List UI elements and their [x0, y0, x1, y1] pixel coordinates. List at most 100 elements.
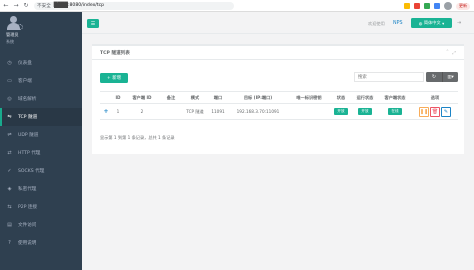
extension-icon[interactable]	[414, 3, 420, 9]
sidebar-menu: ◷ 仪表盘 ▭ 客户端 ◎ 域名解析 ⇋ TCP 隧道 ⇌ UDP 隧道 ⇄ HTTP 代理 ✓ SOCK…	[0, 54, 82, 252]
cell-remark	[160, 103, 182, 120]
menu-toggle-button[interactable]: ☰	[87, 19, 99, 28]
cell-run-status-badge: 开放	[358, 108, 372, 115]
cell-key	[288, 103, 330, 120]
sidebar-item[interactable]: ? 使用说明	[0, 234, 82, 252]
column-header[interactable]: 备注	[160, 91, 182, 104]
sidebar-item-label: 仪表盘	[18, 61, 32, 66]
column-header[interactable]: ID	[112, 91, 124, 104]
sidebar-item[interactable]: ⇄ HTTP 代理	[0, 144, 82, 162]
column-header[interactable]: 端口	[208, 91, 228, 104]
cell-status: 开放	[330, 103, 352, 120]
cell-id: 1	[112, 103, 124, 120]
sidebar-item-label: 域名解析	[18, 97, 37, 102]
brand-link[interactable]: NPS	[393, 21, 403, 26]
socks-icon: ✓	[7, 168, 12, 174]
cell-port: 11091	[208, 103, 228, 120]
admin-name[interactable]: 管理员	[6, 32, 82, 38]
column-header[interactable]: 唯一标识密钥	[288, 91, 330, 104]
search-input[interactable]	[354, 72, 424, 82]
edit-icon: ✎	[443, 108, 449, 115]
table-toolbar: ↻ ▥▾	[426, 72, 458, 82]
http-icon: ⇄	[7, 150, 12, 156]
update-button[interactable]: 更新	[456, 2, 470, 10]
column-header[interactable]: 客户端 ID	[124, 91, 160, 104]
sidebar-item[interactable]: ✓ SOCKS 代理	[0, 162, 82, 180]
fullscreen-icon[interactable]: ⤢	[452, 50, 456, 56]
column-header[interactable]: 状态	[330, 91, 352, 104]
sidebar-item[interactable]: ◎ 域名解析	[0, 90, 82, 108]
add-button-label: 新增	[112, 76, 121, 81]
sidebar-item[interactable]: ⇋ TCP 隧道	[0, 108, 82, 126]
browser-address-bar: ← → ↻ 不安全 ████ :8080/index/tcp 更新	[0, 0, 474, 12]
cell-client-id: 2	[124, 103, 160, 120]
sidebar-item[interactable]: ⇆ P2P 连接	[0, 198, 82, 216]
url-input[interactable]: 不安全 ████ :8080/index/tcp	[34, 1, 234, 10]
trash-icon: 🗑	[431, 108, 439, 115]
help-icon: ?	[8, 240, 11, 246]
expand-row-icon-badge: +	[103, 108, 109, 115]
refresh-icon: ↻	[431, 74, 437, 80]
tunnel-table: ID 客户端 ID 备注 模式 端口 目标 (IP:端口) 唯一标识密钥 状态 运行状态 客户端状…	[100, 91, 458, 120]
table-header-row: ID 客户端 ID 备注 模式 端口 目标 (IP:端口) 唯一标识密钥 状态 运行状态 客户端状…	[100, 91, 458, 104]
sidebar-item[interactable]: ◈ 私密代理	[0, 180, 82, 198]
reload-icon[interactable]: ↻	[22, 2, 30, 10]
language-dropdown[interactable]: ◍ 简体中文 ▾	[411, 18, 452, 28]
extension-icon[interactable]	[424, 3, 430, 9]
collapse-icon[interactable]: ⌃	[445, 50, 449, 56]
language-icon: ◍	[418, 20, 423, 26]
top-navbar: ☰ 欢迎使用 NPS ◍ 简体中文 ▾ ⇥	[82, 12, 474, 34]
cell-client-status: 在线	[378, 103, 412, 120]
file-icon: ▤	[7, 222, 12, 228]
dashboard-icon: ◷	[7, 60, 12, 66]
tcp-icon: ⇋	[7, 114, 12, 120]
column-header[interactable]: 运行状态	[352, 91, 378, 104]
panel-header: TCP 隧道列表 ⌃ ⤢	[92, 46, 464, 60]
caret-down-icon: ▾	[442, 20, 445, 26]
expand-row-icon[interactable]: +	[100, 103, 112, 120]
sidebar-item[interactable]: ▭ 客户端	[0, 72, 82, 90]
signout-icon[interactable]: ⇥	[457, 20, 467, 26]
plus-icon: +	[107, 75, 111, 81]
delete-button[interactable]: 🗑	[430, 106, 440, 117]
column-header[interactable]: 选项	[412, 91, 458, 104]
clients-icon: ▭	[7, 78, 12, 84]
forward-icon[interactable]: →	[12, 2, 20, 10]
extension-icon[interactable]	[404, 3, 410, 9]
column-header[interactable]: 客户端状态	[378, 91, 412, 104]
sidebar-item-label: 文件访问	[18, 223, 37, 228]
admin-role: 系统	[6, 39, 14, 44]
refresh-button[interactable]: ↻	[426, 72, 442, 82]
pause-icon: ❚❚	[419, 108, 429, 115]
cell-run-status: 开放	[352, 103, 378, 120]
pause-button[interactable]: ❚❚	[419, 106, 429, 117]
sidebar: 管理员 系统 ◷ 仪表盘 ▭ 客户端 ◎ 域名解析 ⇋ TCP 隧道 ⇌ UDP 隧道 ⇄ HTTP …	[0, 12, 82, 270]
udp-icon: ⇌	[7, 132, 12, 138]
redacted-host: ████	[53, 3, 68, 8]
cell-actions: ❚❚ 🗑 ✎	[412, 103, 458, 120]
column-header[interactable]: 模式	[182, 91, 208, 104]
tcp-tunnel-panel: TCP 隧道列表 ⌃ ⤢ + 新增 ↻ ▥▾ ID客户端 ID备注模式端口目标 …	[92, 44, 464, 154]
sidebar-item[interactable]: ◷ 仪表盘	[0, 54, 82, 72]
sidebar-item[interactable]: ⇌ UDP 隧道	[0, 126, 82, 144]
sidebar-item-label: UDP 隧道	[18, 133, 39, 138]
sidebar-item-label: SOCKS 代理	[18, 169, 45, 174]
sidebar-item[interactable]: ▤ 文件访问	[0, 216, 82, 234]
panel-title: TCP 隧道列表	[100, 50, 130, 56]
edit-button[interactable]: ✎	[441, 106, 451, 117]
hamburger-icon: ☰	[90, 20, 96, 27]
profile-avatar[interactable]	[444, 2, 452, 10]
pagination-info: 显示第 1 到第 1 条记录，总共 1 条记录	[100, 135, 175, 140]
column-header[interactable]: 目标 (IP:端口)	[228, 91, 288, 104]
welcome-text: 欢迎使用	[368, 21, 385, 26]
add-tunnel-button[interactable]: + 新增	[100, 73, 128, 83]
back-icon[interactable]: ←	[2, 2, 10, 10]
p2p-icon: ⇆	[7, 204, 12, 210]
extension-icon[interactable]	[434, 3, 440, 9]
columns-button[interactable]: ▥▾	[442, 72, 458, 82]
cell-target: 192.168.3.70:11091	[228, 103, 288, 120]
table-body: +1 2 TCP 隧道 11091 192.168.3.70:11091 开放 开放 在线 ❚❚…	[100, 103, 458, 120]
column-header[interactable]	[100, 91, 112, 104]
lock-icon: ◈	[7, 186, 12, 192]
table-row: +1 2 TCP 隧道 11091 192.168.3.70:11091 开放 开放 在线 ❚❚…	[100, 103, 458, 120]
